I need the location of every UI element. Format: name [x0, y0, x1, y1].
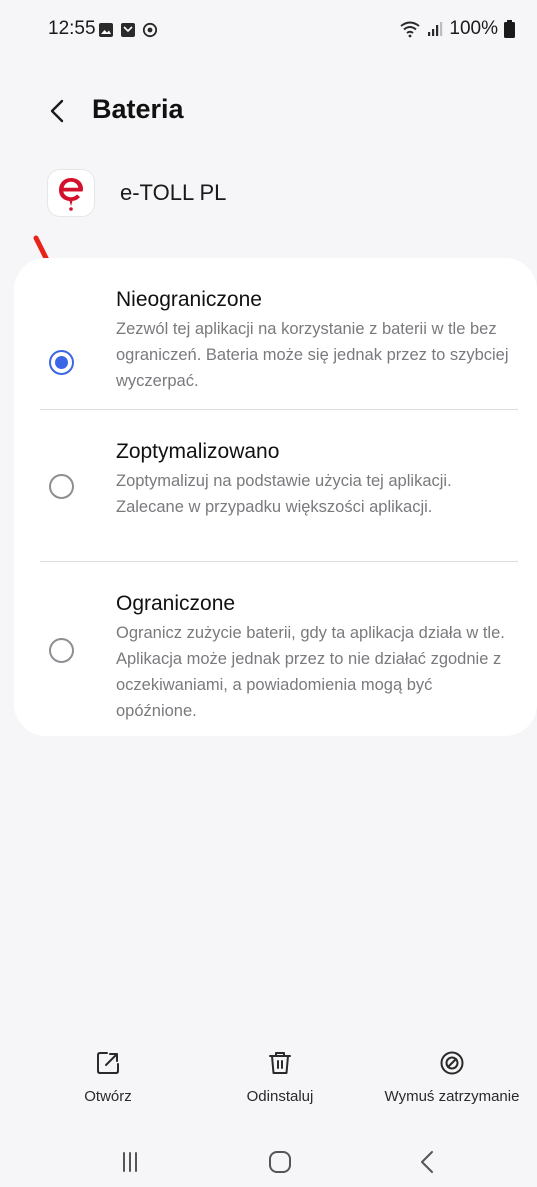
message-icon — [121, 23, 135, 37]
radio-unrestricted[interactable] — [49, 350, 74, 375]
system-status-icons: 100% — [399, 18, 515, 40]
trash-icon — [269, 1052, 291, 1074]
signal-icon — [428, 22, 443, 36]
back-button[interactable] — [40, 94, 74, 128]
open-external-icon — [97, 1052, 119, 1074]
status-time: 12:55 — [48, 18, 96, 39]
status-bar: 12:55 100% — [0, 0, 537, 62]
battery-icon — [504, 20, 515, 38]
option-title: Nieograniczone — [116, 288, 262, 311]
option-restricted[interactable]: Ograniczone Ogranicz zużycie baterii, gd… — [14, 588, 537, 720]
force-stop-button[interactable]: Wymuś zatrzymanie — [372, 1050, 532, 1106]
home-icon[interactable] — [260, 1145, 300, 1179]
sync-icon — [142, 22, 158, 38]
gallery-icon — [99, 23, 113, 37]
option-title: Zoptymalizowano — [116, 440, 280, 463]
option-description: Ogranicz zużycie baterii, gdy ta aplikac… — [116, 624, 505, 720]
open-button[interactable]: Otwórz — [58, 1050, 158, 1106]
battery-percent: 100% — [449, 18, 498, 39]
uninstall-button[interactable]: Odinstaluj — [230, 1050, 330, 1106]
force-stop-icon — [440, 1051, 464, 1075]
navigation-bar — [0, 1145, 537, 1187]
option-unrestricted[interactable]: Nieograniczone Zezwól tej aplikacji na k… — [14, 284, 537, 404]
action-label: Odinstaluj — [246, 1088, 314, 1105]
option-description: Zezwól tej aplikacji na korzystanie z ba… — [116, 320, 509, 390]
option-optimized[interactable]: Zoptymalizowano Zoptymalizuj na podstawi… — [14, 436, 537, 556]
app-name: e-TOLL PL — [120, 180, 227, 205]
option-description: Zoptymalizuj na podstawie użycia tej apl… — [116, 472, 452, 516]
divider — [40, 409, 518, 410]
radio-optimized[interactable] — [49, 474, 74, 499]
divider — [40, 561, 518, 562]
action-label: Otwórz — [84, 1088, 132, 1105]
action-label: Wymuś zatrzymanie — [384, 1088, 520, 1105]
battery-options-card: Nieograniczone Zezwól tej aplikacji na k… — [14, 258, 537, 736]
page-title: Bateria — [92, 94, 184, 124]
app-actions-bar: Otwórz Odinstaluj Wymuś zatrzymanie — [0, 1050, 537, 1120]
notification-icons — [98, 22, 158, 38]
option-title: Ograniczone — [116, 592, 236, 615]
back-icon[interactable] — [408, 1145, 448, 1179]
app-info-row: e-TOLL PL — [0, 168, 537, 220]
radio-restricted[interactable] — [49, 638, 74, 663]
recents-icon[interactable] — [110, 1145, 150, 1179]
page-header: Bateria — [0, 78, 537, 142]
wifi-icon — [400, 21, 421, 38]
e-toll-logo-icon — [48, 170, 94, 216]
